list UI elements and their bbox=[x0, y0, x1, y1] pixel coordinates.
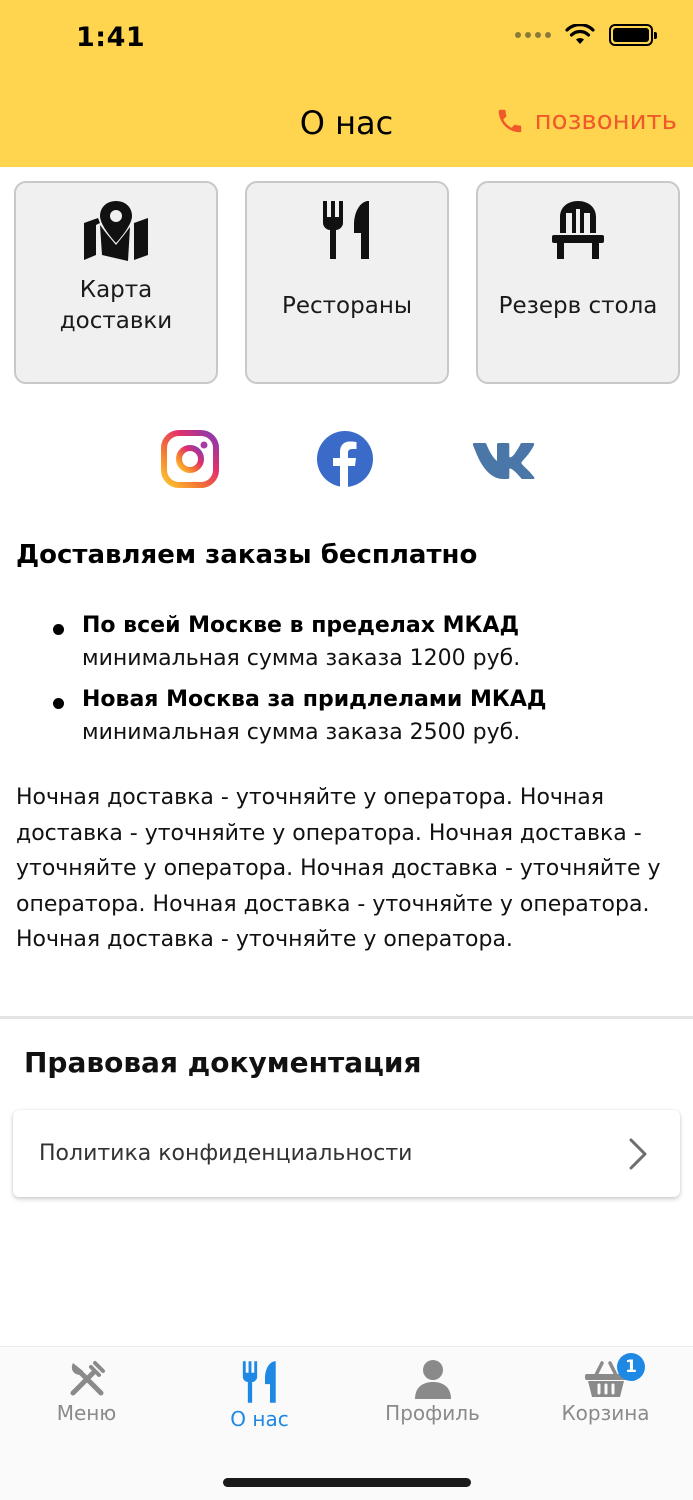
delivery-list: По всей Москве в пределах МКАД минимальн… bbox=[50, 610, 670, 758]
privacy-policy-label: Политика конфиденциальности bbox=[39, 1141, 413, 1166]
phone-icon bbox=[498, 109, 521, 133]
chair-icon bbox=[552, 201, 604, 259]
home-indicator bbox=[223, 1478, 471, 1487]
tab-label: Меню bbox=[56, 1401, 117, 1425]
tab-menu[interactable]: Меню bbox=[0, 1359, 173, 1439]
delivery-item-subtitle: минимальная сумма заказа 1200 руб. bbox=[82, 646, 521, 671]
delivery-item-title: По всей Москве в пределах МКАД bbox=[82, 613, 520, 638]
facebook-icon bbox=[317, 431, 373, 487]
delivery-title: Доставляем заказы бесплатно bbox=[16, 540, 478, 570]
delivery-map-tile[interactable]: Карта доставки bbox=[14, 181, 218, 384]
vk-icon bbox=[472, 443, 535, 479]
tab-profile[interactable]: Профиль bbox=[346, 1359, 519, 1439]
app-header: 1:41 О нас позвонить bbox=[0, 0, 693, 167]
vk-link[interactable] bbox=[472, 430, 535, 488]
delivery-item-title: Новая Москва за придлелами МКАД bbox=[82, 687, 547, 712]
night-delivery-text: Ночная доставка - уточняйте у оператора.… bbox=[16, 785, 661, 952]
call-label: позвонить bbox=[534, 106, 677, 136]
tab-cart[interactable]: 1 Корзина bbox=[519, 1353, 692, 1439]
restaurants-label: Рестораны bbox=[281, 292, 413, 319]
battery-icon bbox=[609, 24, 657, 46]
map-pin-icon bbox=[84, 201, 148, 261]
delivery-map-label: Карта доставки bbox=[59, 277, 173, 334]
social-links bbox=[0, 430, 693, 490]
list-item: Новая Москва за придлелами МКАД минималь… bbox=[50, 684, 670, 750]
legal-title: Правовая документация bbox=[24, 1046, 422, 1079]
tab-label: Профиль bbox=[385, 1401, 480, 1425]
chevron-right-icon bbox=[629, 1138, 647, 1169]
facebook-link[interactable] bbox=[316, 430, 374, 488]
cart-badge: 1 bbox=[617, 1353, 645, 1381]
user-icon bbox=[414, 1360, 451, 1399]
tab-label: Корзина bbox=[561, 1401, 650, 1425]
status-indicators bbox=[515, 24, 657, 46]
restaurants-tile[interactable]: Рестораны bbox=[245, 181, 449, 384]
table-reservation-label: Резерв стола bbox=[498, 292, 658, 319]
quick-actions: Карта доставки Рестораны Резерв стола bbox=[14, 181, 680, 384]
instagram-icon bbox=[161, 430, 219, 488]
fork-knife-icon bbox=[323, 201, 369, 259]
call-button[interactable]: позвонить bbox=[495, 106, 677, 136]
signal-icon bbox=[515, 32, 551, 38]
tab-about[interactable]: О нас bbox=[173, 1359, 346, 1439]
list-item: По всей Москве в пределах МКАД минимальн… bbox=[50, 610, 670, 676]
instagram-link[interactable] bbox=[161, 430, 219, 488]
utensils-cross-icon bbox=[70, 1361, 105, 1396]
divider bbox=[0, 1016, 693, 1019]
table-reservation-tile[interactable]: Резерв стола bbox=[476, 181, 680, 384]
tab-label: О нас bbox=[230, 1407, 289, 1431]
tab-bar: Меню О нас Профиль 1 Корзина bbox=[0, 1346, 693, 1500]
wifi-icon bbox=[565, 24, 595, 44]
delivery-item-subtitle: минимальная сумма заказа 2500 руб. bbox=[82, 720, 521, 745]
status-time: 1:41 bbox=[76, 22, 146, 53]
fork-knife-icon bbox=[242, 1361, 276, 1403]
privacy-policy-row[interactable]: Политика конфиденциальности bbox=[13, 1110, 680, 1197]
